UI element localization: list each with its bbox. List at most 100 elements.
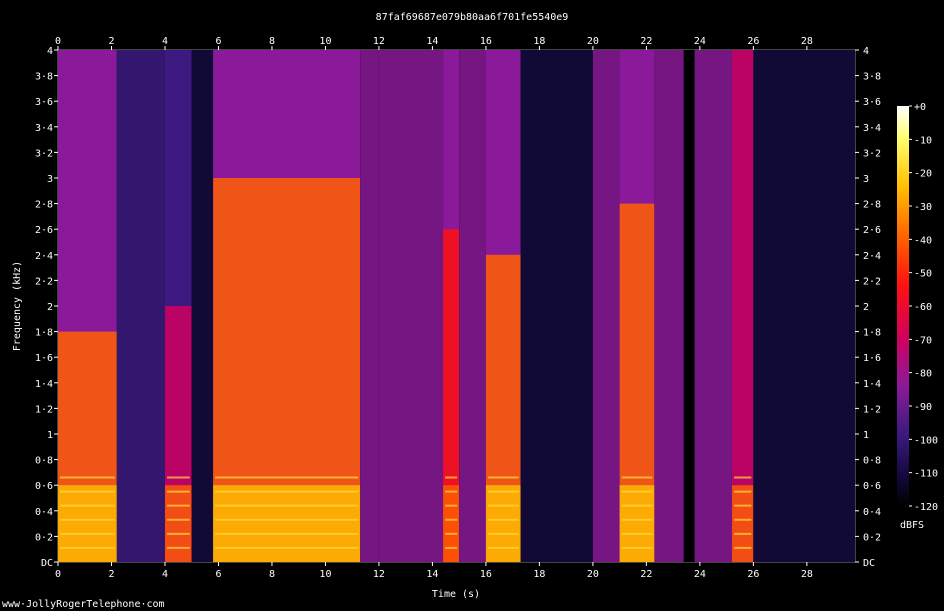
y-tick-label-right: 3·2 (863, 148, 881, 159)
y-tick-label-right: 0·4 (863, 507, 881, 518)
y-tick-label-left: 0·2 (35, 532, 53, 543)
segment-energy (116, 50, 165, 562)
x-tick-label-bottom: 20 (587, 569, 599, 580)
x-tick-label-bottom: 0 (55, 569, 61, 580)
y-tick-label-left: 0·8 (35, 456, 53, 467)
colorbar-tick-label: -20 (914, 169, 932, 180)
segment-17 (753, 50, 855, 562)
segment-energy (694, 50, 732, 562)
x-tick-label-top: 14 (426, 36, 438, 47)
x-tick-label-bottom: 18 (533, 569, 545, 580)
y-tick-label-left: 2·6 (35, 225, 53, 236)
y-tick-label-right: 1·2 (863, 404, 881, 415)
segment-energy (191, 50, 214, 562)
segment-energy (592, 50, 620, 562)
y-tick-label-right: 0·6 (863, 481, 881, 492)
y-axis-label: Frequency (kHz) (12, 261, 23, 351)
x-tick-label-bottom: 16 (480, 569, 492, 580)
colorbar-tick-label: -60 (914, 302, 932, 313)
x-axis-label: Time (s) (432, 589, 480, 600)
x-tick-label-top: 22 (640, 36, 652, 47)
plot-area (57, 49, 856, 563)
colorbar-tick-label: -40 (914, 235, 932, 246)
y-tick-label-left: 1·6 (35, 353, 53, 364)
y-tick-label-right: 1·4 (863, 379, 881, 390)
segment-10 (520, 50, 593, 562)
x-tick-label-top: 26 (747, 36, 759, 47)
y-tick-label-right: 1 (863, 430, 869, 441)
x-tick-label-top: 10 (319, 36, 331, 47)
x-tick-label-bottom: 28 (801, 569, 813, 580)
segment-0 (58, 50, 117, 562)
y-tick-label-right: 2·4 (863, 251, 881, 262)
y-tick-label-left: 3·2 (35, 148, 53, 159)
y-tick-label-right: 2·2 (863, 276, 881, 287)
y-tick-label-left: 3·6 (35, 97, 53, 108)
x-tick-label-bottom: 26 (747, 569, 759, 580)
y-tick-label-left: 2·2 (35, 276, 53, 287)
segment-low-band (731, 485, 754, 562)
colorbar-tick-label: -110 (914, 469, 938, 480)
segment-energy (654, 50, 684, 562)
x-tick-label-top: 20 (587, 36, 599, 47)
y-tick-label-left: 2·4 (35, 251, 53, 262)
x-tick-label-top: 18 (533, 36, 545, 47)
segment-4 (213, 50, 361, 562)
y-tick-label-right: 3·6 (863, 97, 881, 108)
segment-low-band (213, 485, 361, 562)
y-tick-label-right: 2 (863, 302, 869, 313)
colorbar-gradient (897, 106, 909, 506)
x-tick-label-bottom: 2 (108, 569, 114, 580)
spectrogram-chart: 87faf69687e079b80aa6f701fe5540e9 0 2 4 6 8 10… (2, 12, 938, 610)
x-tick-label-top: 4 (162, 36, 168, 47)
y-tick-label-right: DC (863, 558, 875, 569)
x-tick-label-bottom: 12 (373, 569, 385, 580)
x-tick-label-bottom: 6 (215, 569, 221, 580)
y-tick-label-right: 2·8 (863, 200, 881, 211)
colorbar-tick-label: -50 (914, 269, 932, 280)
colorbar-tick-label: -70 (914, 335, 932, 346)
y-tick-label-left: 0·4 (35, 507, 53, 518)
y-tick-label-right: 1·6 (863, 353, 881, 364)
x-tick-label-bottom: 24 (694, 569, 706, 580)
y-tick-label-left: 1·2 (35, 404, 53, 415)
x-tick-label-top: 8 (269, 36, 275, 47)
y-tick-label-left: 0·6 (35, 481, 53, 492)
segment-2 (164, 50, 192, 562)
x-tick-label-top: 2 (108, 36, 114, 47)
y-tick-label-left: 3 (47, 174, 53, 185)
segment-15 (694, 50, 732, 562)
y-tick-label-left: 3·4 (35, 123, 53, 134)
x-tick-label-bottom: 14 (426, 569, 438, 580)
colorbar-tick-label: -10 (914, 135, 932, 146)
y-tick-label-left: 2·8 (35, 200, 53, 211)
segment-energy (683, 50, 695, 562)
colorbar: +0 -10 -20 -30 -40 -50 -60 -70 -80 -90 -100 -110 -12… (897, 102, 938, 531)
x-tick-label-top: 12 (373, 36, 385, 47)
segment-energy (360, 50, 379, 562)
y-tick-label-left: 3·8 (35, 72, 53, 83)
colorbar-tick-label: -30 (914, 202, 932, 213)
segment-6 (378, 50, 444, 562)
y-tick-label-right: 3·8 (863, 72, 881, 83)
y-tick-label-left: 1·4 (35, 379, 53, 390)
segment-5 (360, 50, 379, 562)
chart-title: 87faf69687e079b80aa6f701fe5540e9 (376, 12, 569, 23)
segment-low-band (443, 485, 460, 562)
colorbar-tick-label: -90 (914, 402, 932, 413)
segment-low-band (485, 485, 521, 562)
segment-low-band (58, 485, 117, 562)
y-tick-label-left: 1·8 (35, 328, 53, 339)
x-tick-label-top: 6 (215, 36, 221, 47)
segment-3 (191, 50, 214, 562)
x-tick-label-bottom: 8 (269, 569, 275, 580)
y-tick-label-right: 3·4 (863, 123, 881, 134)
segment-16 (731, 50, 754, 562)
y-tick-label-left: 4 (47, 46, 53, 57)
segment-9 (485, 50, 521, 563)
x-tick-label-bottom: 4 (162, 569, 168, 580)
segment-14 (683, 50, 695, 562)
y-tick-label-right: 2·6 (863, 225, 881, 236)
y-tick-label-right: 3 (863, 174, 869, 185)
segment-energy (378, 50, 444, 562)
